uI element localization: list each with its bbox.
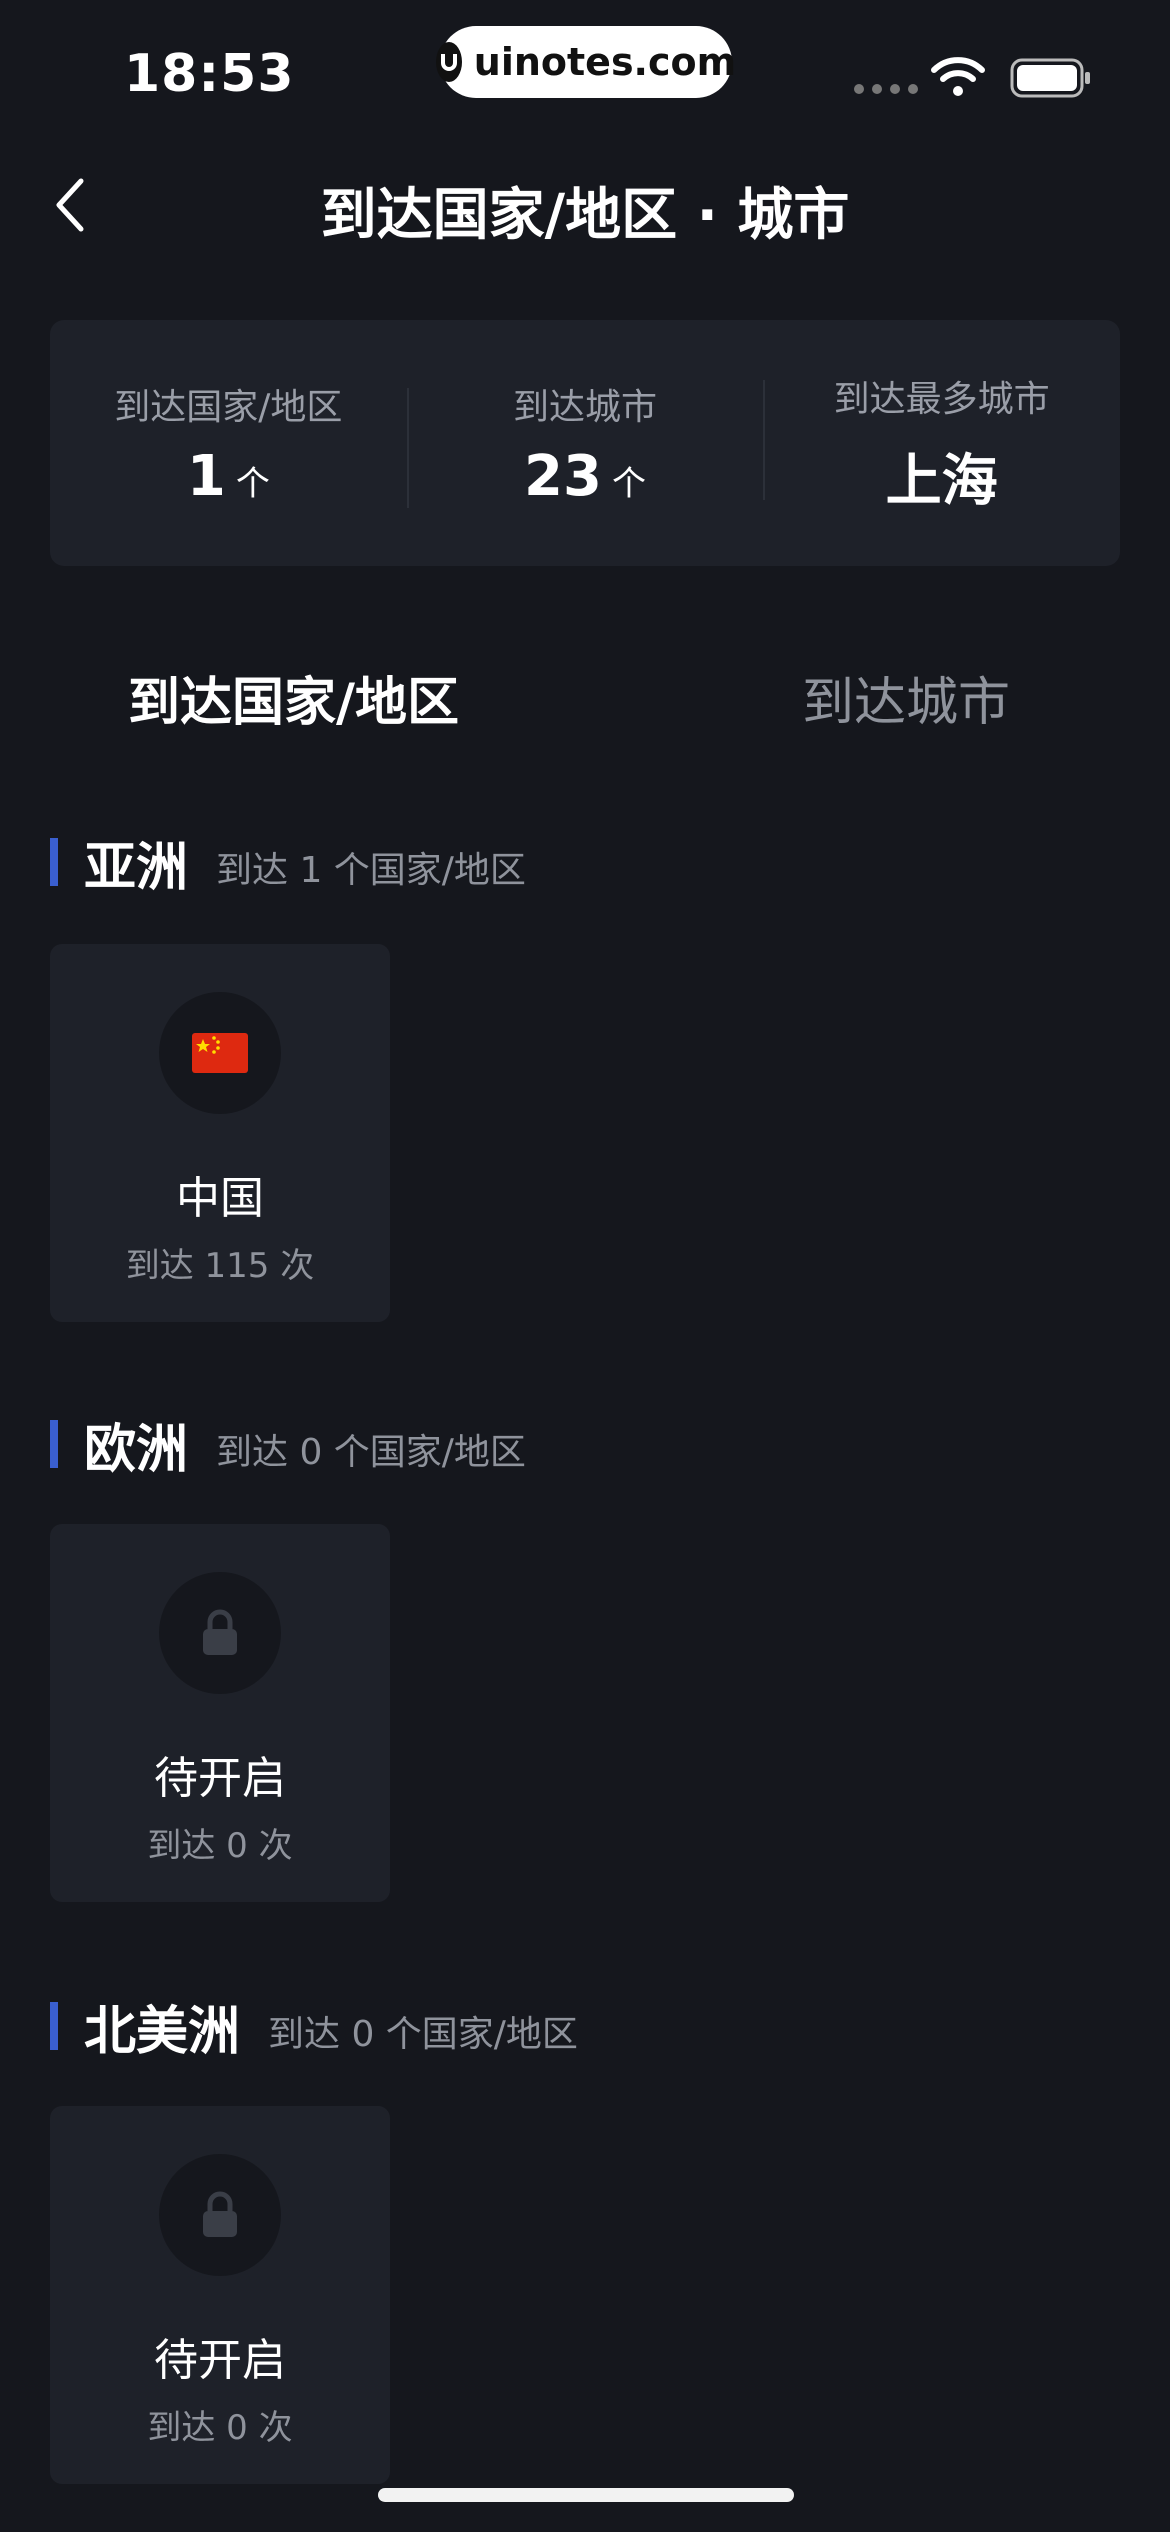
stat-number: 上海: [885, 448, 998, 514]
watermark-text: uinotes.com: [473, 40, 737, 84]
status-bar: 18:53 uinotes.com: [0, 0, 1170, 140]
home-indicator[interactable]: [378, 2488, 794, 2502]
battery-icon: [1010, 58, 1092, 102]
stat-number: 23: [524, 443, 602, 509]
section-accent-bar: [50, 2002, 58, 2050]
stat-value: 1 个: [187, 444, 270, 509]
stat-value: 23 个: [524, 444, 646, 509]
lock-icon: [159, 1572, 281, 1694]
tab-bar: 到达国家/地区 到达城市: [0, 650, 1170, 750]
card-visit-count: 到达 0 次: [147, 1826, 293, 1866]
wifi-icon: [930, 56, 986, 102]
section-title: 欧洲: [84, 1419, 189, 1480]
tab-label: 到达国家/地区: [128, 673, 459, 733]
card-name: 待开启: [154, 1753, 286, 1804]
watermark-pill: uinotes.com: [435, 26, 736, 98]
section-title: 亚洲: [84, 837, 189, 898]
stat-cities: 到达城市 23 个: [406, 378, 764, 509]
stat-most-city: 到达最多城市 上海: [763, 370, 1120, 517]
section-header-europe: 欧洲 到达 0 个国家/地区: [50, 1414, 526, 1480]
section-accent-bar: [50, 838, 58, 886]
cellular-signal-icon: [854, 84, 918, 94]
nav-bar: 到达国家/地区 · 城市: [0, 150, 1170, 260]
stat-label: 到达城市: [513, 386, 658, 428]
stat-value: 上海: [886, 436, 998, 517]
stat-countries: 到达国家/地区 1 个: [50, 378, 407, 509]
china-flag-icon: [159, 992, 281, 1114]
stat-label: 到达最多城市: [833, 378, 1050, 420]
card-name: 中国: [176, 1173, 264, 1224]
country-card-locked[interactable]: 待开启 到达 0 次: [50, 2106, 390, 2484]
stat-number: 1: [186, 443, 226, 509]
tab-label: 到达城市: [802, 673, 1011, 733]
section-title: 北美洲: [84, 2001, 241, 2062]
country-card-locked[interactable]: 待开启 到达 0 次: [50, 1524, 390, 1902]
section-header-north-america: 北美洲 到达 0 个国家/地区: [50, 1996, 578, 2062]
card-name: 待开启: [154, 2335, 286, 2386]
section-subtitle: 到达 0 个国家/地区: [268, 2014, 578, 2055]
country-card-china[interactable]: 中国 到达 115 次: [50, 944, 390, 1322]
stat-label: 到达国家/地区: [114, 386, 343, 428]
section-accent-bar: [50, 1420, 58, 1468]
watermark-logo-icon: [435, 42, 462, 82]
card-visit-count: 到达 115 次: [125, 1246, 315, 1286]
stats-summary-card: 到达国家/地区 1 个 到达城市 23 个 到达最多城市 上海: [50, 320, 1120, 566]
card-visit-count: 到达 0 次: [147, 2408, 293, 2448]
stat-unit: 个: [611, 463, 646, 504]
lock-icon: [159, 2154, 281, 2276]
section-subtitle: 到达 0 个国家/地区: [216, 1432, 526, 1473]
tab-countries[interactable]: 到达国家/地区: [128, 660, 459, 735]
stat-unit: 个: [235, 463, 270, 504]
screen: 18:53 uinotes.com 到达国家/地区 · 城市 到达国家/地区 1…: [0, 0, 1170, 2532]
tab-cities[interactable]: 到达城市: [802, 660, 1010, 735]
section-subtitle: 到达 1 个国家/地区: [216, 850, 526, 891]
page-title: 到达国家/地区 · 城市: [320, 183, 850, 248]
status-time: 18:53: [124, 44, 295, 104]
section-header-asia: 亚洲 到达 1 个国家/地区: [50, 832, 526, 898]
